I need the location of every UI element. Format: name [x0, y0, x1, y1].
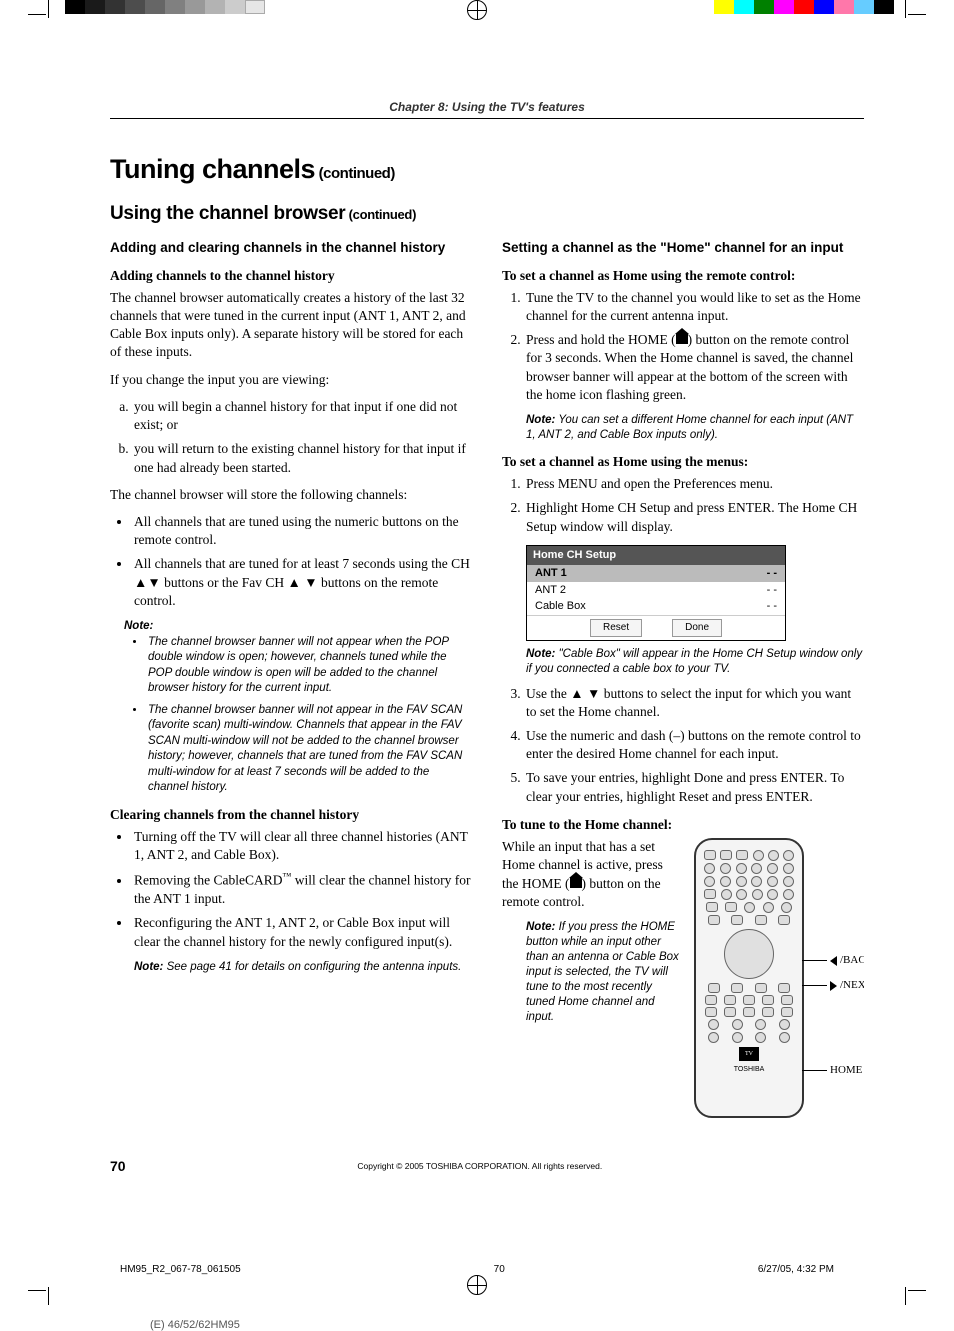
home-ch-setup-window: Home CH Setup ANT 1- - ANT 2- - Cable Bo… — [526, 545, 786, 641]
slug-page: 70 — [494, 1264, 505, 1275]
model-code: (E) 46/52/62HM95 — [30, 1319, 954, 1331]
callout-next: /NEXT — [840, 978, 864, 993]
list-item: Reconfiguring the ANT 1, ANT 2, or Cable… — [132, 914, 472, 950]
list-item: Turning off the TV will clear all three … — [132, 828, 472, 864]
home-icon — [676, 334, 688, 344]
note-label: Note: — [526, 921, 555, 933]
left-column: Adding and clearing channels in the chan… — [110, 239, 472, 1118]
subtitle-continued: (continued) — [345, 207, 416, 222]
list-item: Use the numeric and dash (–) buttons on … — [524, 727, 864, 763]
body-text: The channel browser automatically create… — [110, 289, 472, 362]
heading-adding: Adding channels to the channel history — [110, 267, 472, 285]
page-number: 70 — [110, 1158, 126, 1174]
slug-stamp: 6/27/05, 4:32 PM — [758, 1264, 834, 1275]
heading-home-channel: Setting a channel as the "Home" channel … — [502, 239, 864, 257]
list-item: All channels that are tuned using the nu… — [132, 513, 472, 549]
note-label: Note: — [526, 648, 555, 660]
heading-clearing: Clearing channels from the channel histo… — [110, 806, 472, 824]
list-item: you will return to the existing channel … — [132, 440, 472, 476]
right-column: Setting a channel as the "Home" channel … — [502, 239, 864, 1118]
setup-row: ANT 2- - — [527, 582, 785, 599]
home-icon — [570, 878, 582, 888]
list-item: Use the ▲ ▼ buttons to select the input … — [524, 685, 864, 721]
heading-tune-home: To tune to the Home channel: — [502, 816, 864, 834]
copyright: Copyright © 2005 TOSHIBA CORPORATION. Al… — [126, 1161, 834, 1171]
body-text: The channel browser will store the follo… — [110, 486, 472, 504]
title-main: Tuning channels — [110, 154, 315, 184]
list-item: you will begin a channel history for tha… — [132, 398, 472, 434]
title-continued: (continued) — [315, 165, 395, 182]
heading-set-menus: To set a channel as Home using the menus… — [502, 453, 864, 471]
callout-back: /BACK — [840, 953, 864, 968]
heading-adding-clearing: Adding and clearing channels in the chan… — [110, 239, 472, 257]
note-text: You can set a different Home channel for… — [526, 414, 853, 441]
remote-brand: TOSHIBA — [702, 1065, 796, 1074]
body-text: While an input that has a set Home chann… — [502, 838, 672, 911]
setup-row: ANT 1- - — [527, 565, 785, 582]
setup-row: Cable Box- - — [527, 598, 785, 615]
setup-title: Home CH Setup — [527, 546, 785, 565]
note-label: Note: — [526, 414, 555, 426]
list-item: Removing the CableCARD™ will clear the c… — [132, 870, 472, 908]
subtitle-main: Using the channel browser — [110, 203, 345, 224]
page-title: Tuning channels (continued) — [110, 154, 864, 185]
list-item: Tune the TV to the channel you would lik… — [524, 289, 864, 325]
heading-set-remote: To set a channel as Home using the remot… — [502, 267, 864, 285]
callout-home: HOME () — [830, 1063, 864, 1078]
note-text: "Cable Box" will appear in the Home CH S… — [526, 648, 862, 675]
note-text: The channel browser banner will not appe… — [146, 635, 472, 697]
chapter-header: Chapter 8: Using the TV's features — [110, 100, 864, 119]
triangle-right-icon — [830, 981, 837, 991]
remote-illustration: TV TOSHIBA /BACK CH /NEXT CH HOME () — [694, 838, 864, 1118]
note-text: The channel browser banner will not appe… — [146, 703, 472, 796]
note-label: Note: — [134, 961, 163, 973]
list-item: Press MENU and open the Preferences menu… — [524, 475, 864, 493]
list-item: Highlight Home CH Setup and press ENTER.… — [524, 499, 864, 535]
section-title: Using the channel browser (continued) — [110, 203, 864, 225]
list-item: All channels that are tuned for at least… — [132, 555, 472, 610]
note-label: Note: — [124, 620, 153, 632]
note-text: If you press the HOME button while an in… — [526, 921, 679, 1023]
triangle-left-icon — [830, 956, 837, 966]
remote-body: TV TOSHIBA — [694, 838, 804, 1118]
list-item: To save your entries, highlight Done and… — [524, 769, 864, 805]
list-item: Press and hold the HOME () button on the… — [524, 331, 864, 404]
done-button: Done — [672, 619, 722, 637]
reset-button: Reset — [590, 619, 642, 637]
body-text: If you change the input you are viewing: — [110, 371, 472, 389]
note-text: See page 41 for details on configuring t… — [163, 961, 461, 973]
slug-file: HM95_R2_067-78_061505 — [120, 1264, 241, 1275]
